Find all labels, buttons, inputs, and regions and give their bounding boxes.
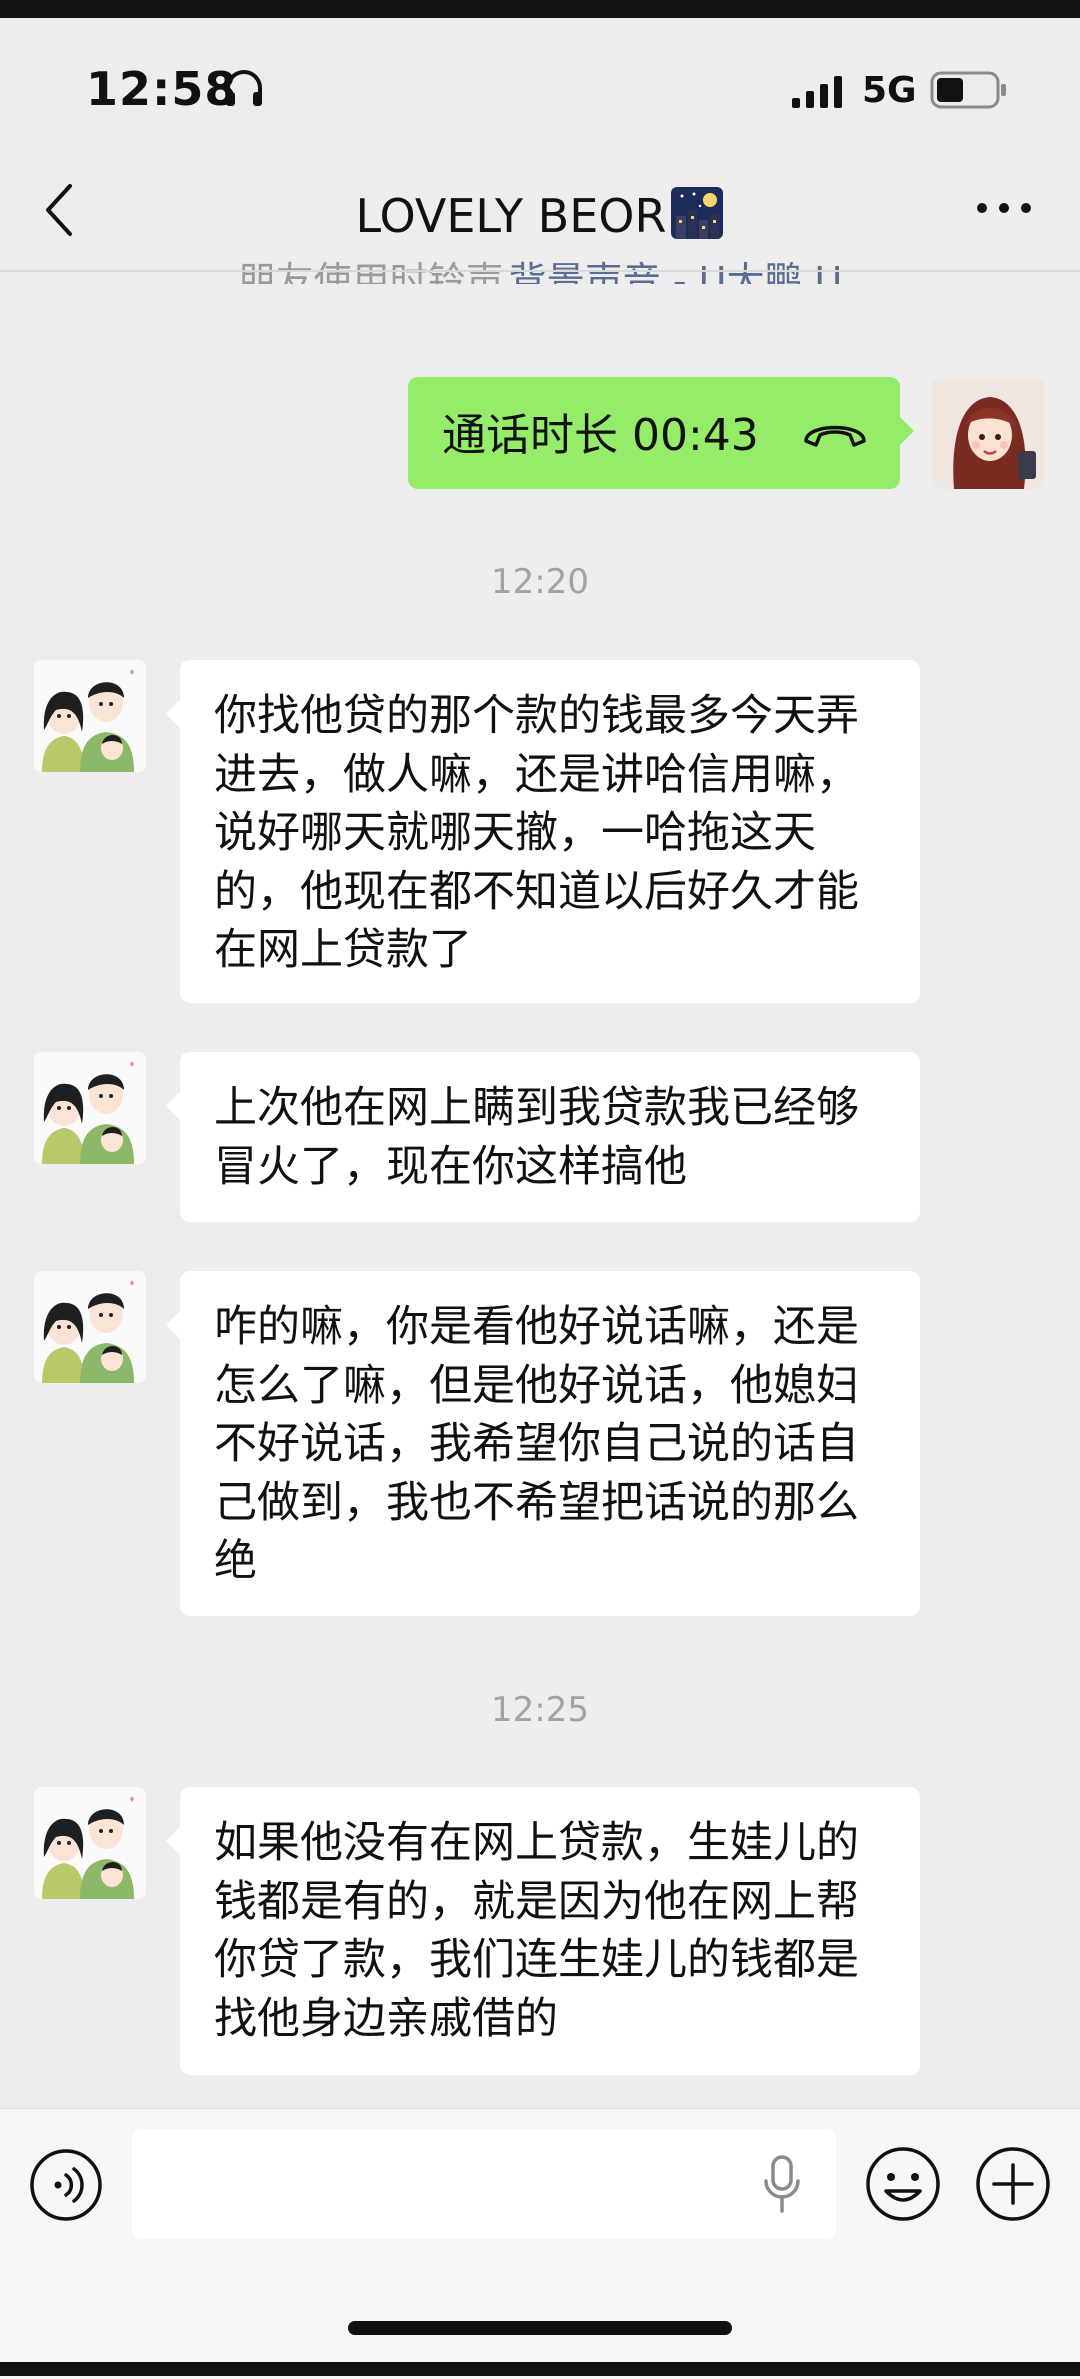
battery-icon	[930, 71, 1006, 109]
contact-avatar[interactable]	[34, 1787, 146, 1899]
top-band	[0, 0, 1080, 18]
timestamp: 12:20	[491, 562, 589, 602]
more-icon[interactable]	[974, 198, 1034, 218]
message-bubble[interactable]: 上次他在网上瞒到我贷款我已经够冒火了，现在你这样搞他	[166, 1052, 920, 1222]
network-label: 5G	[862, 70, 917, 111]
chat-title: LOVELY BEOR	[0, 186, 1080, 243]
chat-title-text: LOVELY BEOR	[355, 189, 667, 243]
home-indicator[interactable]	[348, 2321, 732, 2335]
message-text: 咋的嘛，你是看他好说话嘛，还是怎么了嘛，但是他好说话，他媳妇不好说话，我希望你自…	[214, 1302, 859, 1586]
status-time: 12:58	[86, 62, 238, 116]
message-text: 你找他贷的那个款的钱最多今天弄进去，做人嘛，还是讲哈信用嘛，说好哪天就哪天撤，一…	[214, 691, 859, 975]
contact-avatar[interactable]	[34, 1052, 146, 1164]
headphone-icon	[226, 70, 262, 106]
message-text: 如果他没有在网上贷款，生娃儿的钱都是有的，就是因为他在网上帮你贷了款，我们连生娃…	[214, 1818, 859, 2044]
signal-icon	[792, 76, 842, 108]
ringtone-note: 朋友使用时铃声 背景声音 - U大鹏 U	[0, 254, 1080, 284]
bottom-band	[0, 2362, 1080, 2376]
message-bubble[interactable]: 如果他没有在网上贷款，生娃儿的钱都是有的，就是因为他在网上帮你贷了款，我们连生娃…	[166, 1787, 920, 2075]
contact-avatar[interactable]	[34, 1271, 146, 1383]
emoji-icon[interactable]	[864, 2145, 942, 2223]
timestamp: 12:25	[491, 1690, 589, 1730]
voice-mode-icon[interactable]	[28, 2147, 104, 2223]
microphone-icon[interactable]	[762, 2153, 802, 2215]
message-text: 上次他在网上瞒到我贷款我已经够冒火了，现在你这样搞他	[214, 1083, 859, 1192]
message-input[interactable]	[132, 2129, 836, 2239]
call-record-bubble[interactable]: 通话时长 00:43	[408, 377, 914, 489]
nav-divider	[0, 270, 1080, 272]
plus-icon[interactable]	[974, 2145, 1052, 2223]
message-bubble[interactable]: 咋的嘛，你是看他好说话嘛，还是怎么了嘛，但是他好说话，他媳妇不好说话，我希望你自…	[166, 1271, 920, 1616]
contact-avatar[interactable]	[34, 660, 146, 772]
night-city-icon	[671, 187, 724, 239]
self-avatar[interactable]	[932, 377, 1044, 489]
input-bar	[0, 2108, 1080, 2379]
call-duration-text: 通话时长 00:43	[442, 410, 759, 461]
phone-hangup-icon	[804, 425, 866, 447]
message-bubble[interactable]: 你找他贷的那个款的钱最多今天弄进去，做人嘛，还是讲哈信用嘛，说好哪天就哪天撤，一…	[166, 660, 920, 1003]
